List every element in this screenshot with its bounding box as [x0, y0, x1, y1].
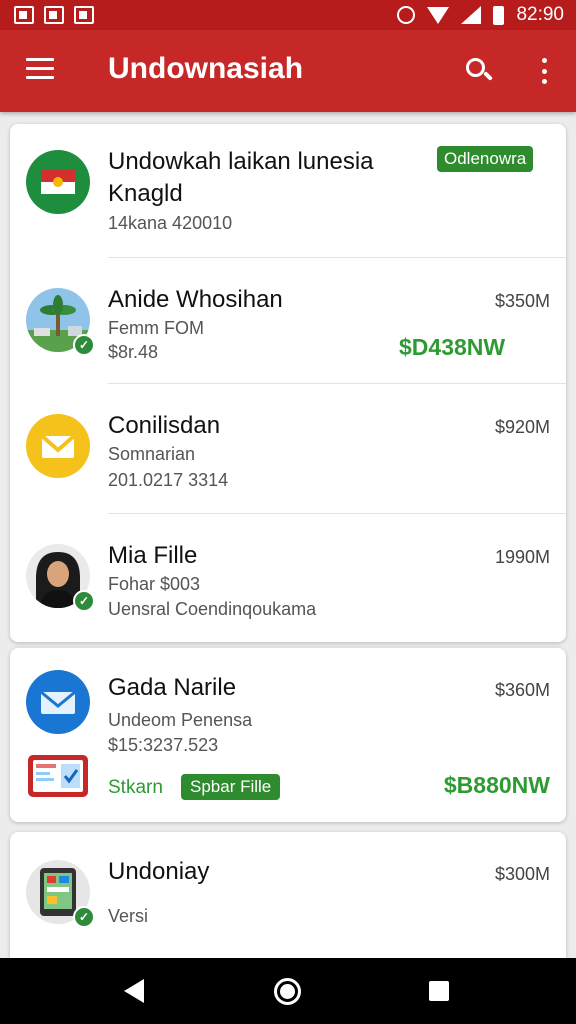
item-amount: $300M [494, 864, 550, 884]
app-bar: Undownasiah [0, 30, 576, 112]
item-detail: 201.0217 3314 [108, 470, 229, 490]
wifi-icon [427, 6, 450, 24]
item-title: Anide Whosihan [108, 286, 283, 313]
mail-icon [74, 6, 94, 24]
list-card: Undowkah laikan lunesia Knagld 14kana 42… [10, 124, 566, 642]
blue-mail-icon [26, 670, 90, 734]
list-item[interactable]: Conilisdan Somnarian 201.0217 3314 $920M [10, 384, 566, 514]
item-subtitle: Somnarian [108, 444, 196, 464]
item-title: Undoniay [108, 858, 210, 885]
item-amount: $360M [494, 680, 550, 700]
item-amount: $920M [494, 417, 550, 437]
green-amount: $B880NW [443, 772, 550, 798]
list-item[interactable]: ✓ Anide Whosihan Femm FOM $8r.48 $350M $… [10, 258, 566, 384]
home-icon[interactable] [274, 978, 301, 1005]
item-title: Mia Fille [108, 542, 198, 569]
status-bar: 82:90 [0, 0, 576, 30]
item-title: Undowkah laikan lunesia Knagld [108, 148, 374, 207]
item-subtitle: 14kana 420010 [108, 213, 233, 233]
status-left-icons [14, 6, 94, 24]
app-title: Undownasiah [108, 52, 304, 85]
more-vert-icon[interactable] [534, 56, 554, 86]
verified-badge-icon: ✓ [73, 590, 95, 612]
notification-icon [14, 6, 34, 24]
navigation-bar [0, 958, 576, 1024]
status-right-icons: 82:90 [397, 4, 564, 26]
item-detail: $8r.48 [108, 342, 159, 362]
verified-badge-icon: ✓ [73, 334, 95, 356]
alarm-icon [397, 6, 416, 24]
file-chip-button[interactable]: Spbar Fille [181, 774, 281, 800]
list-item[interactable]: ✓ Mia Fille Fohar $003 Uensral Coendinqo… [10, 514, 566, 642]
yellow-mail-icon [26, 414, 90, 478]
flag-icon [26, 150, 90, 214]
item-amount: $350M [494, 291, 550, 311]
item-subtitle: Versi [108, 906, 149, 926]
item-subtitle: Fohar $003 [108, 574, 201, 594]
card-document-icon [27, 754, 89, 798]
status-chip[interactable]: Odlenowra [437, 146, 534, 172]
item-title: Conilisdan [108, 412, 221, 439]
stkarn-link[interactable]: Stkarn [108, 777, 163, 799]
recents-icon[interactable] [429, 981, 449, 1001]
verified-badge-icon: ✓ [73, 906, 95, 928]
signal-icon [461, 6, 482, 24]
item-amount: 1990M [494, 547, 550, 567]
search-icon[interactable] [464, 56, 494, 86]
list-item[interactable]: ✓ Undoniay Versi $300M [10, 832, 566, 958]
green-amount: $D438NW [399, 334, 506, 360]
list-card: ✓ Undoniay Versi $300M [10, 832, 566, 972]
menu-icon[interactable] [26, 58, 54, 80]
item-title: Gada Narile [108, 674, 237, 701]
list-item[interactable]: Undowkah laikan lunesia Knagld 14kana 42… [10, 124, 566, 258]
list-item[interactable]: Gada Narile Undeom Penensa $15:3237.523 … [10, 648, 566, 822]
item-subtitle: Undeom Penensa [108, 710, 253, 730]
item-detail: $15:3237.523 [108, 735, 219, 755]
back-icon[interactable] [124, 979, 144, 1003]
item-detail: Uensral Coendinqoukama [108, 599, 317, 619]
gallery-icon [44, 6, 64, 24]
list-card: Gada Narile Undeom Penensa $15:3237.523 … [10, 648, 566, 822]
battery-icon [493, 5, 505, 25]
item-subtitle: Femm FOM [108, 318, 204, 338]
status-time: 82:90 [516, 4, 564, 25]
